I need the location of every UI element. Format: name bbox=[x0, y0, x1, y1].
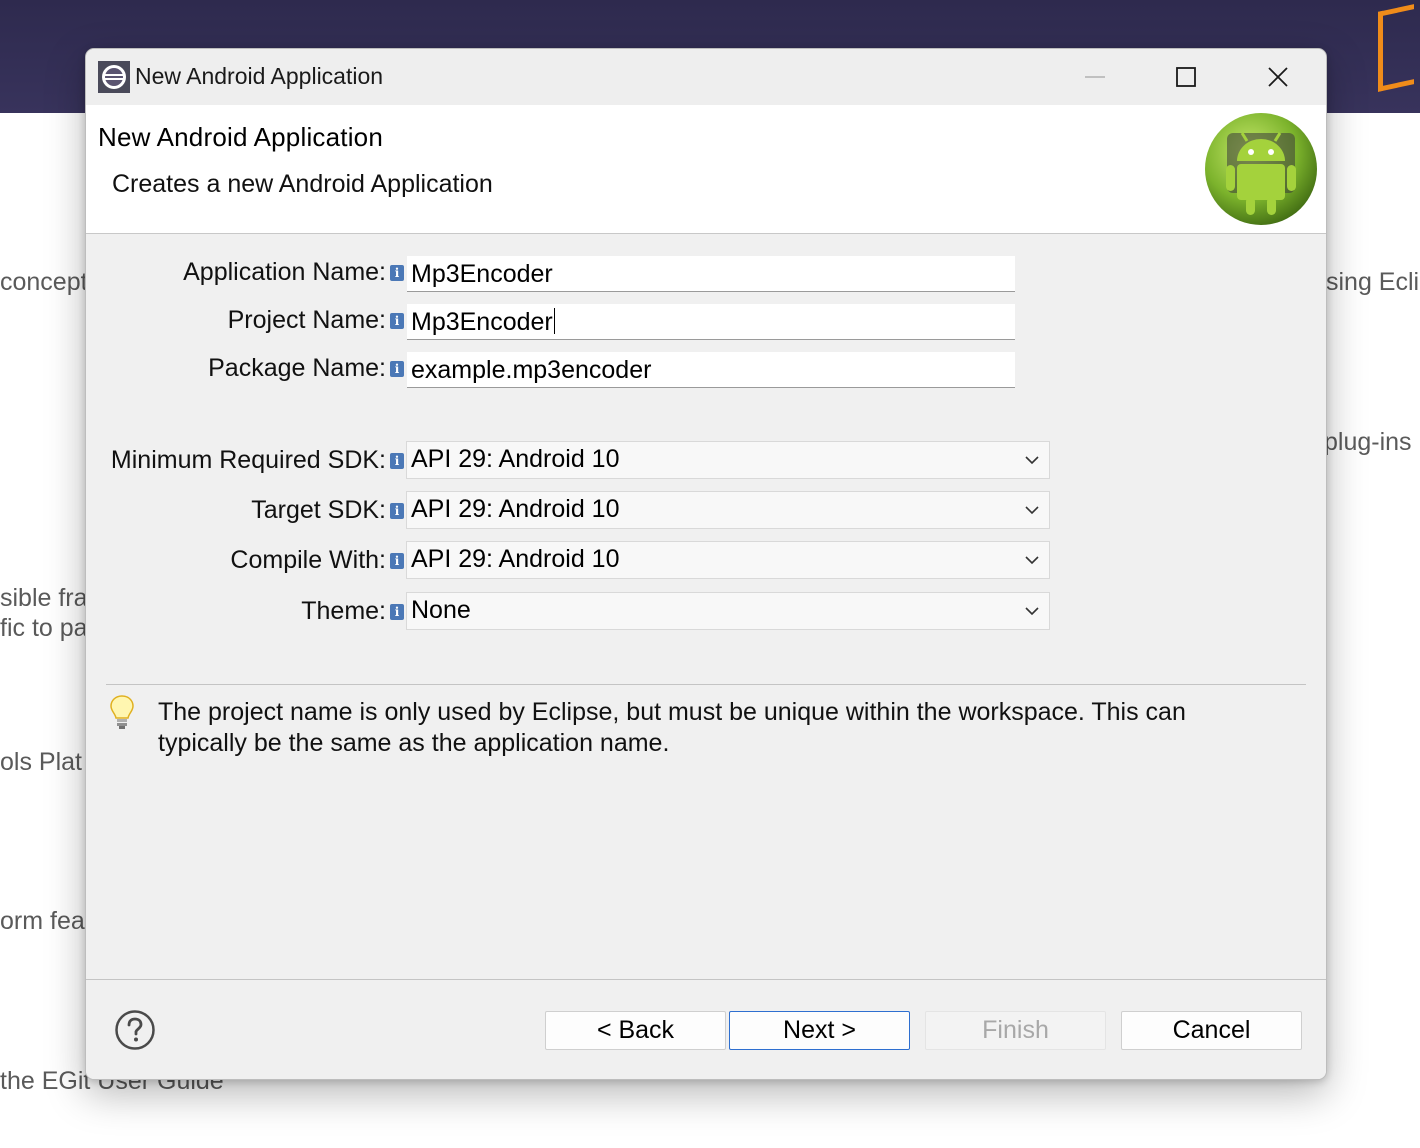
maximize-icon bbox=[1176, 67, 1196, 87]
info-icon: i bbox=[390, 503, 404, 519]
maximize-button[interactable] bbox=[1140, 49, 1232, 105]
background-text: concept bbox=[0, 268, 88, 296]
text-caret bbox=[553, 308, 555, 334]
wizard-page-description: Creates a new Android Application bbox=[112, 170, 493, 198]
info-icon: i bbox=[390, 265, 404, 281]
compile-with-value: API 29: Android 10 bbox=[411, 545, 620, 573]
target-sdk-value: API 29: Android 10 bbox=[411, 495, 620, 523]
application-name-input[interactable]: Mp3Encoder bbox=[407, 256, 1015, 292]
back-button[interactable]: < Back bbox=[545, 1011, 726, 1050]
package-name-label: Package Name: bbox=[208, 354, 386, 382]
target-sdk-dropdown[interactable]: API 29: Android 10 bbox=[406, 491, 1050, 529]
new-android-application-dialog: New Android Application New Android Appl… bbox=[85, 48, 1327, 1080]
close-icon bbox=[1268, 67, 1288, 87]
cancel-button[interactable]: Cancel bbox=[1121, 1011, 1302, 1050]
close-button[interactable] bbox=[1232, 49, 1324, 105]
compile-with-label: Compile With: bbox=[230, 546, 386, 574]
project-name-input[interactable]: Mp3Encoder bbox=[407, 304, 1015, 340]
min-sdk-dropdown[interactable]: API 29: Android 10 bbox=[406, 441, 1050, 479]
info-icon: i bbox=[390, 313, 404, 329]
chevron-down-icon bbox=[1025, 607, 1039, 616]
theme-dropdown[interactable]: None bbox=[406, 592, 1050, 630]
background-text: sible fra bbox=[0, 584, 88, 612]
wizard-footer: < Back Next > Finish Cancel bbox=[86, 979, 1326, 1079]
info-icon: i bbox=[390, 453, 404, 469]
android-robot-icon bbox=[1205, 113, 1317, 225]
info-icon: i bbox=[390, 604, 404, 620]
finish-button[interactable]: Finish bbox=[925, 1011, 1106, 1050]
background-text: ols Plat bbox=[0, 748, 82, 776]
project-name-value: Mp3Encoder bbox=[411, 308, 553, 336]
application-name-label: Application Name: bbox=[183, 258, 386, 286]
minimize-button[interactable] bbox=[1049, 49, 1141, 105]
package-name-input[interactable]: example.mp3encoder bbox=[407, 352, 1015, 388]
help-icon[interactable] bbox=[114, 1009, 156, 1051]
hint-separator bbox=[106, 684, 1306, 685]
chevron-down-icon bbox=[1025, 456, 1039, 465]
theme-label: Theme: bbox=[301, 597, 386, 625]
window-title: New Android Application bbox=[135, 63, 384, 89]
background-text: fic to pa bbox=[0, 614, 88, 642]
next-button[interactable]: Next > bbox=[729, 1011, 910, 1050]
eclipse-book-logo bbox=[1378, 4, 1414, 92]
eclipse-app-icon bbox=[98, 61, 130, 93]
background-text: plug-ins bbox=[1324, 428, 1412, 456]
project-name-label: Project Name: bbox=[227, 306, 386, 334]
lightbulb-icon bbox=[110, 695, 134, 729]
min-sdk-label: Minimum Required SDK: bbox=[110, 446, 386, 474]
min-sdk-value: API 29: Android 10 bbox=[411, 445, 620, 473]
hint-message: The project name is only used by Eclipse… bbox=[158, 698, 1186, 757]
target-sdk-label: Target SDK: bbox=[251, 496, 386, 524]
wizard-header: New Android Application Creates a new An… bbox=[86, 105, 1326, 234]
info-icon: i bbox=[390, 553, 404, 569]
wizard-page-title: New Android Application bbox=[98, 122, 384, 152]
info-icon: i bbox=[390, 361, 404, 377]
compile-with-dropdown[interactable]: API 29: Android 10 bbox=[406, 541, 1050, 579]
title-bar[interactable]: New Android Application bbox=[86, 49, 1326, 105]
chevron-down-icon bbox=[1025, 556, 1039, 565]
minimize-icon bbox=[1085, 76, 1105, 78]
background-text: orm fea bbox=[0, 907, 85, 935]
chevron-down-icon bbox=[1025, 506, 1039, 515]
theme-value: None bbox=[411, 596, 471, 624]
background-text: sing Ecli bbox=[1326, 268, 1420, 296]
